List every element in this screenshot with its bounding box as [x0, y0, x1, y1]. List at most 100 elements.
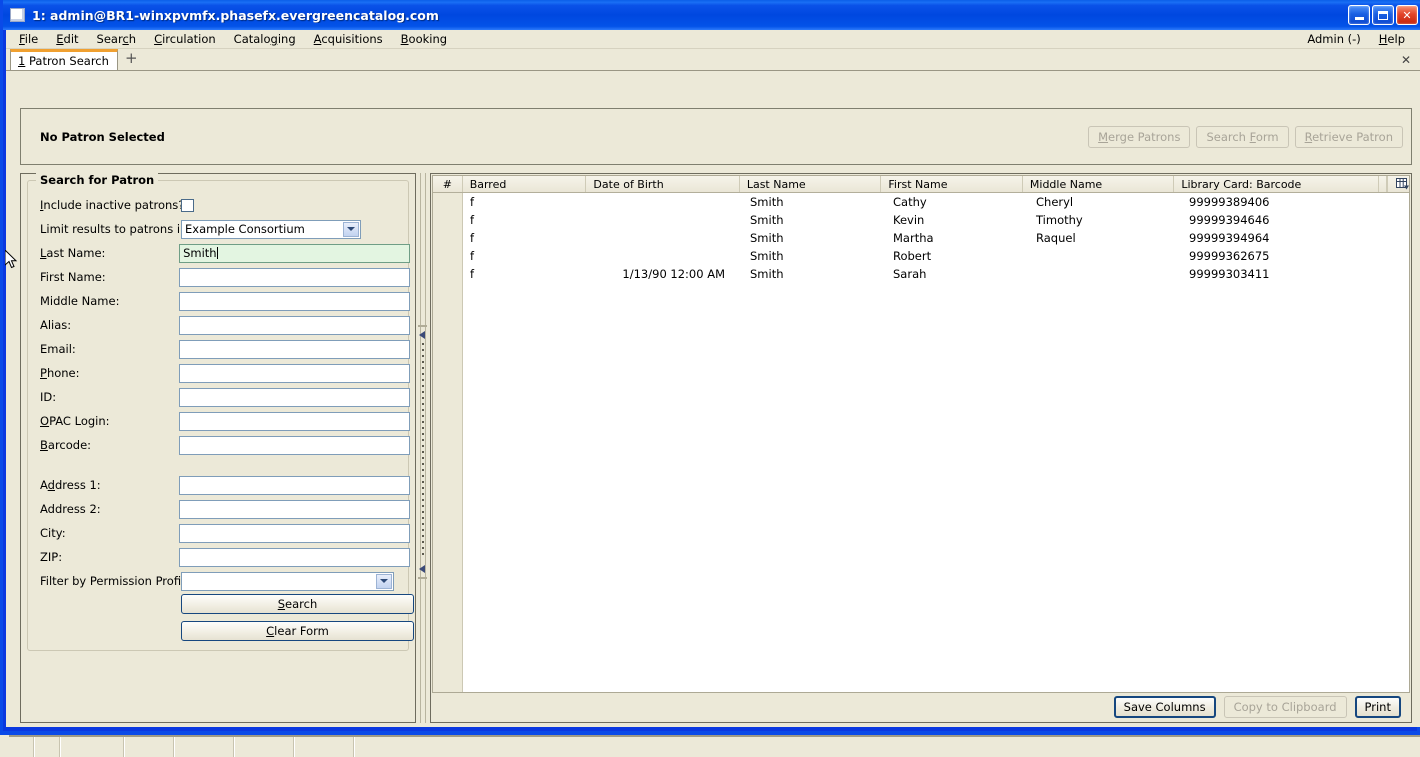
- grid-column-header[interactable]: Middle Name: [1023, 176, 1175, 192]
- maximize-button[interactable]: [1372, 5, 1394, 25]
- menu-booking[interactable]: Booking: [392, 30, 456, 48]
- row-address-1: Address 1:: [28, 473, 410, 497]
- permission-profile-select[interactable]: [181, 571, 394, 591]
- table-cell-barred: f: [470, 231, 475, 245]
- table-cell-barred: f: [470, 213, 475, 227]
- patron-results-grid[interactable]: # Barred Date of Birth Last Name First Name M…: [432, 175, 1410, 693]
- close-button[interactable]: ✕: [1396, 5, 1418, 25]
- address-2-input[interactable]: [179, 499, 410, 519]
- text-caret: [216, 246, 218, 259]
- email-input[interactable]: [179, 339, 410, 359]
- row-last-name: Last Name: Smith: [28, 241, 410, 265]
- search-button[interactable]: Search: [181, 594, 414, 614]
- grid-column-header[interactable]: Library Card: Barcode: [1174, 176, 1380, 192]
- table-cell-last: Smith: [750, 231, 784, 245]
- search-group-legend: Search for Patron: [36, 173, 159, 187]
- table-row[interactable]: 2fSmithKevinTimothy99999394646: [433, 211, 1409, 229]
- phone-input[interactable]: [179, 363, 410, 383]
- panel-splitter[interactable]: [416, 173, 430, 723]
- minimize-button[interactable]: [1348, 5, 1370, 25]
- menu-edit[interactable]: Edit: [47, 30, 87, 48]
- status-bar: [9, 735, 1420, 757]
- id-input[interactable]: [179, 387, 410, 407]
- close-tab-button[interactable]: ✕: [1401, 53, 1411, 67]
- opac-login-input[interactable]: [179, 411, 410, 431]
- table-cell-dob: 1/13/90 12:00 AM: [622, 267, 725, 281]
- menu-acquisitions[interactable]: Acquisitions: [305, 30, 392, 48]
- row-city: City:: [28, 521, 410, 545]
- barcode-label: Barcode:: [40, 438, 92, 452]
- address-1-input[interactable]: [179, 475, 410, 495]
- grid-body[interactable]: 1fSmithCathyCheryl999993894062fSmithKevi…: [433, 193, 1409, 692]
- id-label: ID:: [40, 390, 57, 404]
- zip-label: ZIP:: [40, 550, 63, 564]
- results-footer: Save Columns Copy to Clipboard Print: [431, 692, 1411, 722]
- table-cell-first: Kevin: [893, 213, 925, 227]
- merge-patrons-button[interactable]: Merge Patrons: [1088, 125, 1191, 148]
- limit-results-select[interactable]: Example Consortium: [181, 219, 361, 239]
- patron-status-label: No Patron Selected: [40, 129, 165, 144]
- table-cell-barcode: 99999394646: [1189, 213, 1270, 227]
- table-row[interactable]: 5f1/13/90 12:00 AMSmithSarah99999303411: [433, 265, 1409, 283]
- row-number-stripe: [433, 193, 463, 692]
- zip-input[interactable]: [179, 547, 410, 567]
- status-bar-cell: [35, 737, 61, 757]
- table-cell-barcode: 99999389406: [1189, 195, 1270, 209]
- table-cell-first: Martha: [893, 231, 934, 245]
- alias-input[interactable]: [179, 315, 410, 335]
- table-cell-barcode: 99999362675: [1189, 249, 1270, 263]
- splitter-collapse-up-arrow[interactable]: [418, 325, 427, 340]
- city-label: City:: [40, 526, 66, 540]
- opac-login-label: OPAC Login:: [40, 414, 110, 428]
- table-cell-barred: f: [470, 249, 475, 263]
- menu-help[interactable]: Help: [1370, 30, 1414, 48]
- status-bar-cell: [125, 737, 175, 757]
- system-menu-icon[interactable]: [10, 8, 25, 22]
- retrieve-patron-button[interactable]: Retrieve Patron: [1294, 125, 1403, 148]
- barcode-input[interactable]: [179, 435, 410, 455]
- chevron-down-icon[interactable]: [376, 573, 392, 589]
- include-inactive-label: Include inactive patrons?: [40, 198, 185, 212]
- table-row[interactable]: 1fSmithCathyCheryl99999389406: [433, 193, 1409, 211]
- table-cell-barcode: 99999303411: [1189, 267, 1270, 281]
- row-phone: Phone:: [28, 361, 410, 385]
- grid-column-header[interactable]: #: [433, 176, 463, 192]
- grid-column-header[interactable]: Date of Birth: [586, 176, 740, 192]
- clear-form-button[interactable]: Clear Form: [181, 621, 414, 641]
- menu-file[interactable]: File: [10, 30, 47, 48]
- table-row[interactable]: 4fSmithRobert99999362675: [433, 247, 1409, 265]
- first-name-input[interactable]: [179, 267, 410, 287]
- row-id: ID:: [28, 385, 410, 409]
- table-cell-first: Sarah: [893, 267, 927, 281]
- copy-to-clipboard-button[interactable]: Copy to Clipboard: [1223, 696, 1347, 718]
- new-tab-button[interactable]: +: [118, 51, 145, 68]
- content-area: No Patron Selected Merge Patrons Search …: [6, 71, 1420, 727]
- last-name-input[interactable]: Smith: [179, 243, 410, 263]
- grid-column-header[interactable]: Barred: [463, 176, 587, 192]
- menu-search[interactable]: Search: [88, 30, 146, 48]
- city-input[interactable]: [179, 523, 410, 543]
- menu-admin[interactable]: Admin (-): [1298, 30, 1369, 48]
- tab-patron-search[interactable]: 1 Patron Search: [10, 49, 118, 70]
- print-button[interactable]: Print: [1354, 696, 1401, 718]
- grid-column-header[interactable]: Last Name: [740, 176, 882, 192]
- save-columns-button[interactable]: Save Columns: [1113, 696, 1216, 718]
- menu-circulation[interactable]: Circulation: [145, 30, 225, 48]
- table-row[interactable]: 3fSmithMarthaRaquel99999394964: [433, 229, 1409, 247]
- middle-name-input[interactable]: [179, 291, 410, 311]
- row-first-name: First Name:: [28, 265, 410, 289]
- search-form-button[interactable]: Search Form: [1196, 125, 1289, 148]
- status-bar-cell: [9, 737, 35, 757]
- grid-column-header[interactable]: First Name: [881, 176, 1023, 192]
- include-inactive-checkbox[interactable]: [181, 198, 194, 212]
- row-permission-profile: Filter by Permission Profile:: [28, 569, 410, 593]
- row-address-2: Address 2:: [28, 497, 410, 521]
- table-cell-middle: Raquel: [1036, 231, 1076, 245]
- table-cell-barred: f: [470, 195, 475, 209]
- splitter-collapse-down-arrow[interactable]: [418, 565, 427, 579]
- table-cell-barred: f: [470, 267, 475, 281]
- menu-cataloging[interactable]: Cataloging: [225, 30, 305, 48]
- column-picker-icon[interactable]: [1387, 176, 1409, 192]
- chevron-down-icon[interactable]: [343, 221, 359, 237]
- results-panel: # Barred Date of Birth Last Name First Name M…: [430, 173, 1412, 723]
